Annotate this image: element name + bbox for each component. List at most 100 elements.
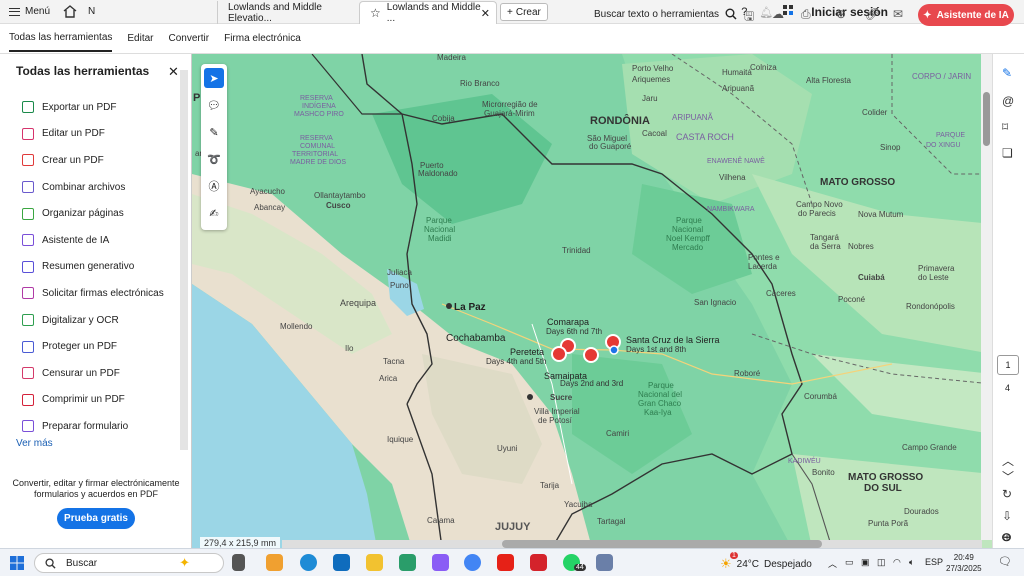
tab-convert[interactable]: Convertir: [169, 26, 210, 51]
download-page-icon[interactable]: ⇩: [1002, 509, 1012, 523]
svg-text:Microrregião de: Microrregião de: [482, 100, 538, 109]
tool-icon: [22, 367, 34, 380]
pages-thumbnail-icon[interactable]: ❏: [1002, 146, 1013, 160]
sign-icon[interactable]: ✍︎: [204, 203, 224, 223]
upload-cloud-icon[interactable]: ☁︎: [772, 7, 784, 21]
tool-item[interactable]: Comprimir un PDF: [22, 387, 164, 414]
tab-edit[interactable]: Editar: [127, 26, 153, 51]
task-view-icon[interactable]: [232, 554, 245, 571]
svg-text:Ollantaytambo: Ollantaytambo: [314, 191, 366, 200]
svg-text:Cáceres: Cáceres: [766, 289, 796, 298]
scroll-down-icon[interactable]: ﹀: [1002, 468, 1014, 485]
tab-label: Lowlands and Middle ...: [386, 2, 481, 24]
taskbar-search[interactable]: Buscar ✦: [34, 553, 224, 573]
svg-text:do Leste: do Leste: [918, 273, 949, 282]
tool-icon: [22, 287, 34, 300]
speaker-icon[interactable]: 🔈︎: [909, 557, 914, 568]
copilot-icon[interactable]: [266, 554, 283, 571]
battery-icon[interactable]: ▭: [845, 557, 854, 568]
tool-item[interactable]: Proteger un PDF: [22, 333, 164, 360]
svg-text:TERRITORIAL: TERRITORIAL: [292, 151, 338, 158]
weather-widget[interactable]: ☀ 1 24°C Despejado: [720, 552, 812, 572]
tool-item[interactable]: Solicitar firmas electrónicas: [22, 280, 164, 307]
tool-label: Crear un PDF: [42, 154, 104, 166]
gemini-icon[interactable]: [432, 554, 449, 571]
share-user-icon[interactable]: ⊕: [836, 7, 846, 21]
tool-item[interactable]: Combinar archivos: [22, 174, 164, 201]
star-icon[interactable]: ☆: [370, 6, 381, 20]
new-tab-button[interactable]: + Crear: [500, 3, 548, 21]
home-letter: N: [88, 6, 96, 17]
app-icon[interactable]: [596, 554, 613, 571]
chevron-up-icon[interactable]: ︿: [828, 557, 837, 570]
tab-document-2[interactable]: ☆ Lowlands and Middle ... ✕: [359, 1, 497, 24]
acrobat-icon[interactable]: [530, 554, 547, 571]
language-indicator[interactable]: ESP: [925, 557, 943, 567]
scroll-up-icon[interactable]: ︿: [1002, 452, 1014, 469]
svg-text:KADIWÉU: KADIWÉU: [788, 456, 821, 465]
panel-scrollbar[interactable]: [180, 70, 188, 450]
tool-item[interactable]: Organizar páginas: [22, 200, 164, 227]
svg-text:Santa Cruz de la Sierra: Santa Cruz de la Sierra: [626, 335, 720, 345]
bookmark-icon[interactable]: ⌑: [1002, 120, 1008, 134]
horizontal-scroll-thumb[interactable]: [502, 540, 822, 548]
horizontal-scrollbar[interactable]: [282, 540, 982, 548]
save-icon[interactable]: 🖫︎: [744, 7, 754, 28]
vertical-scrollbar[interactable]: [981, 54, 992, 540]
tab-all-tools[interactable]: Todas las herramientas: [9, 25, 113, 52]
taskbar-search-placeholder: Buscar: [66, 557, 98, 569]
current-page-input[interactable]: 1: [997, 355, 1019, 375]
outlook-icon[interactable]: [333, 554, 350, 571]
home-button[interactable]: [58, 0, 82, 24]
app-icon[interactable]: [399, 554, 416, 571]
see-more-link[interactable]: Ver más: [16, 438, 53, 449]
notification-icon[interactable]: 🗨︎: [998, 555, 1012, 568]
clock[interactable]: 20:49 27/3/2025: [946, 552, 982, 574]
panel-close-icon[interactable]: ✕: [168, 64, 179, 80]
menu-button[interactable]: Menú: [0, 0, 52, 24]
windows-start-icon[interactable]: [10, 556, 24, 570]
tab-esign[interactable]: Firma electrónica: [224, 26, 301, 51]
tool-item[interactable]: Exportar un PDF: [22, 94, 164, 121]
wifi-icon[interactable]: ◠: [893, 557, 901, 568]
app-tray-icon[interactable]: ▣: [861, 557, 870, 568]
rotate-icon[interactable]: ↻: [1002, 487, 1012, 501]
print-icon[interactable]: ⎙: [801, 7, 811, 22]
ai-assistant-button[interactable]: ✦ Asistente de IA: [918, 4, 1014, 26]
edge-icon[interactable]: [300, 554, 317, 571]
tool-item[interactable]: Crear un PDF: [22, 147, 164, 174]
svg-text:Days 6th nd 7th: Days 6th nd 7th: [546, 327, 602, 336]
svg-text:Parque: Parque: [648, 381, 674, 390]
chrome-icon[interactable]: [464, 554, 481, 571]
vertical-scroll-thumb[interactable]: [983, 92, 990, 146]
close-tab-icon[interactable]: ✕: [481, 7, 490, 20]
tool-item[interactable]: Editar un PDF: [22, 121, 164, 148]
highlight-pen-icon[interactable]: ✎: [204, 122, 224, 142]
search-tools-button[interactable]: Buscar texto o herramientas: [594, 8, 737, 20]
camera-icon[interactable]: ◫: [877, 557, 886, 568]
tool-item[interactable]: Digitalizar y OCR: [22, 307, 164, 334]
clock-time: 20:49: [953, 553, 974, 562]
tool-item[interactable]: Resumen generativo: [22, 254, 164, 281]
tool-item[interactable]: Asistente de IA: [22, 227, 164, 254]
svg-text:Guajará-Mirim: Guajará-Mirim: [484, 109, 535, 118]
tool-item[interactable]: Preparar formulario: [22, 413, 164, 440]
tool-item[interactable]: Censurar un PDF: [22, 360, 164, 387]
svg-text:Roboré: Roboré: [734, 369, 761, 378]
link-icon[interactable]: 🔗︎: [865, 7, 880, 21]
mail-icon[interactable]: ✉: [893, 7, 903, 21]
draw-lasso-icon[interactable]: ➰: [204, 149, 224, 169]
file-explorer-icon[interactable]: [366, 554, 383, 571]
svg-text:Bonito: Bonito: [812, 468, 835, 477]
pdf-page-map[interactable]: Madeira Rio Branco Porto Velho Humaitá A…: [192, 54, 992, 548]
youtube-icon[interactable]: [497, 554, 514, 571]
zoom-out-icon[interactable]: ⊖: [1001, 530, 1011, 544]
edit-sparkle-icon[interactable]: ✎: [1002, 66, 1012, 80]
svg-text:Campo Novo: Campo Novo: [796, 200, 843, 209]
free-trial-button[interactable]: Prueba gratis: [57, 508, 135, 529]
text-box-icon[interactable]: Ⓐ: [204, 176, 224, 196]
select-cursor-icon[interactable]: ➤: [204, 68, 224, 88]
comments-icon[interactable]: @: [1002, 94, 1014, 108]
tab-document-1[interactable]: Lowlands and Middle Elevatio...: [217, 1, 357, 24]
comment-icon[interactable]: 💬︎: [204, 95, 224, 115]
